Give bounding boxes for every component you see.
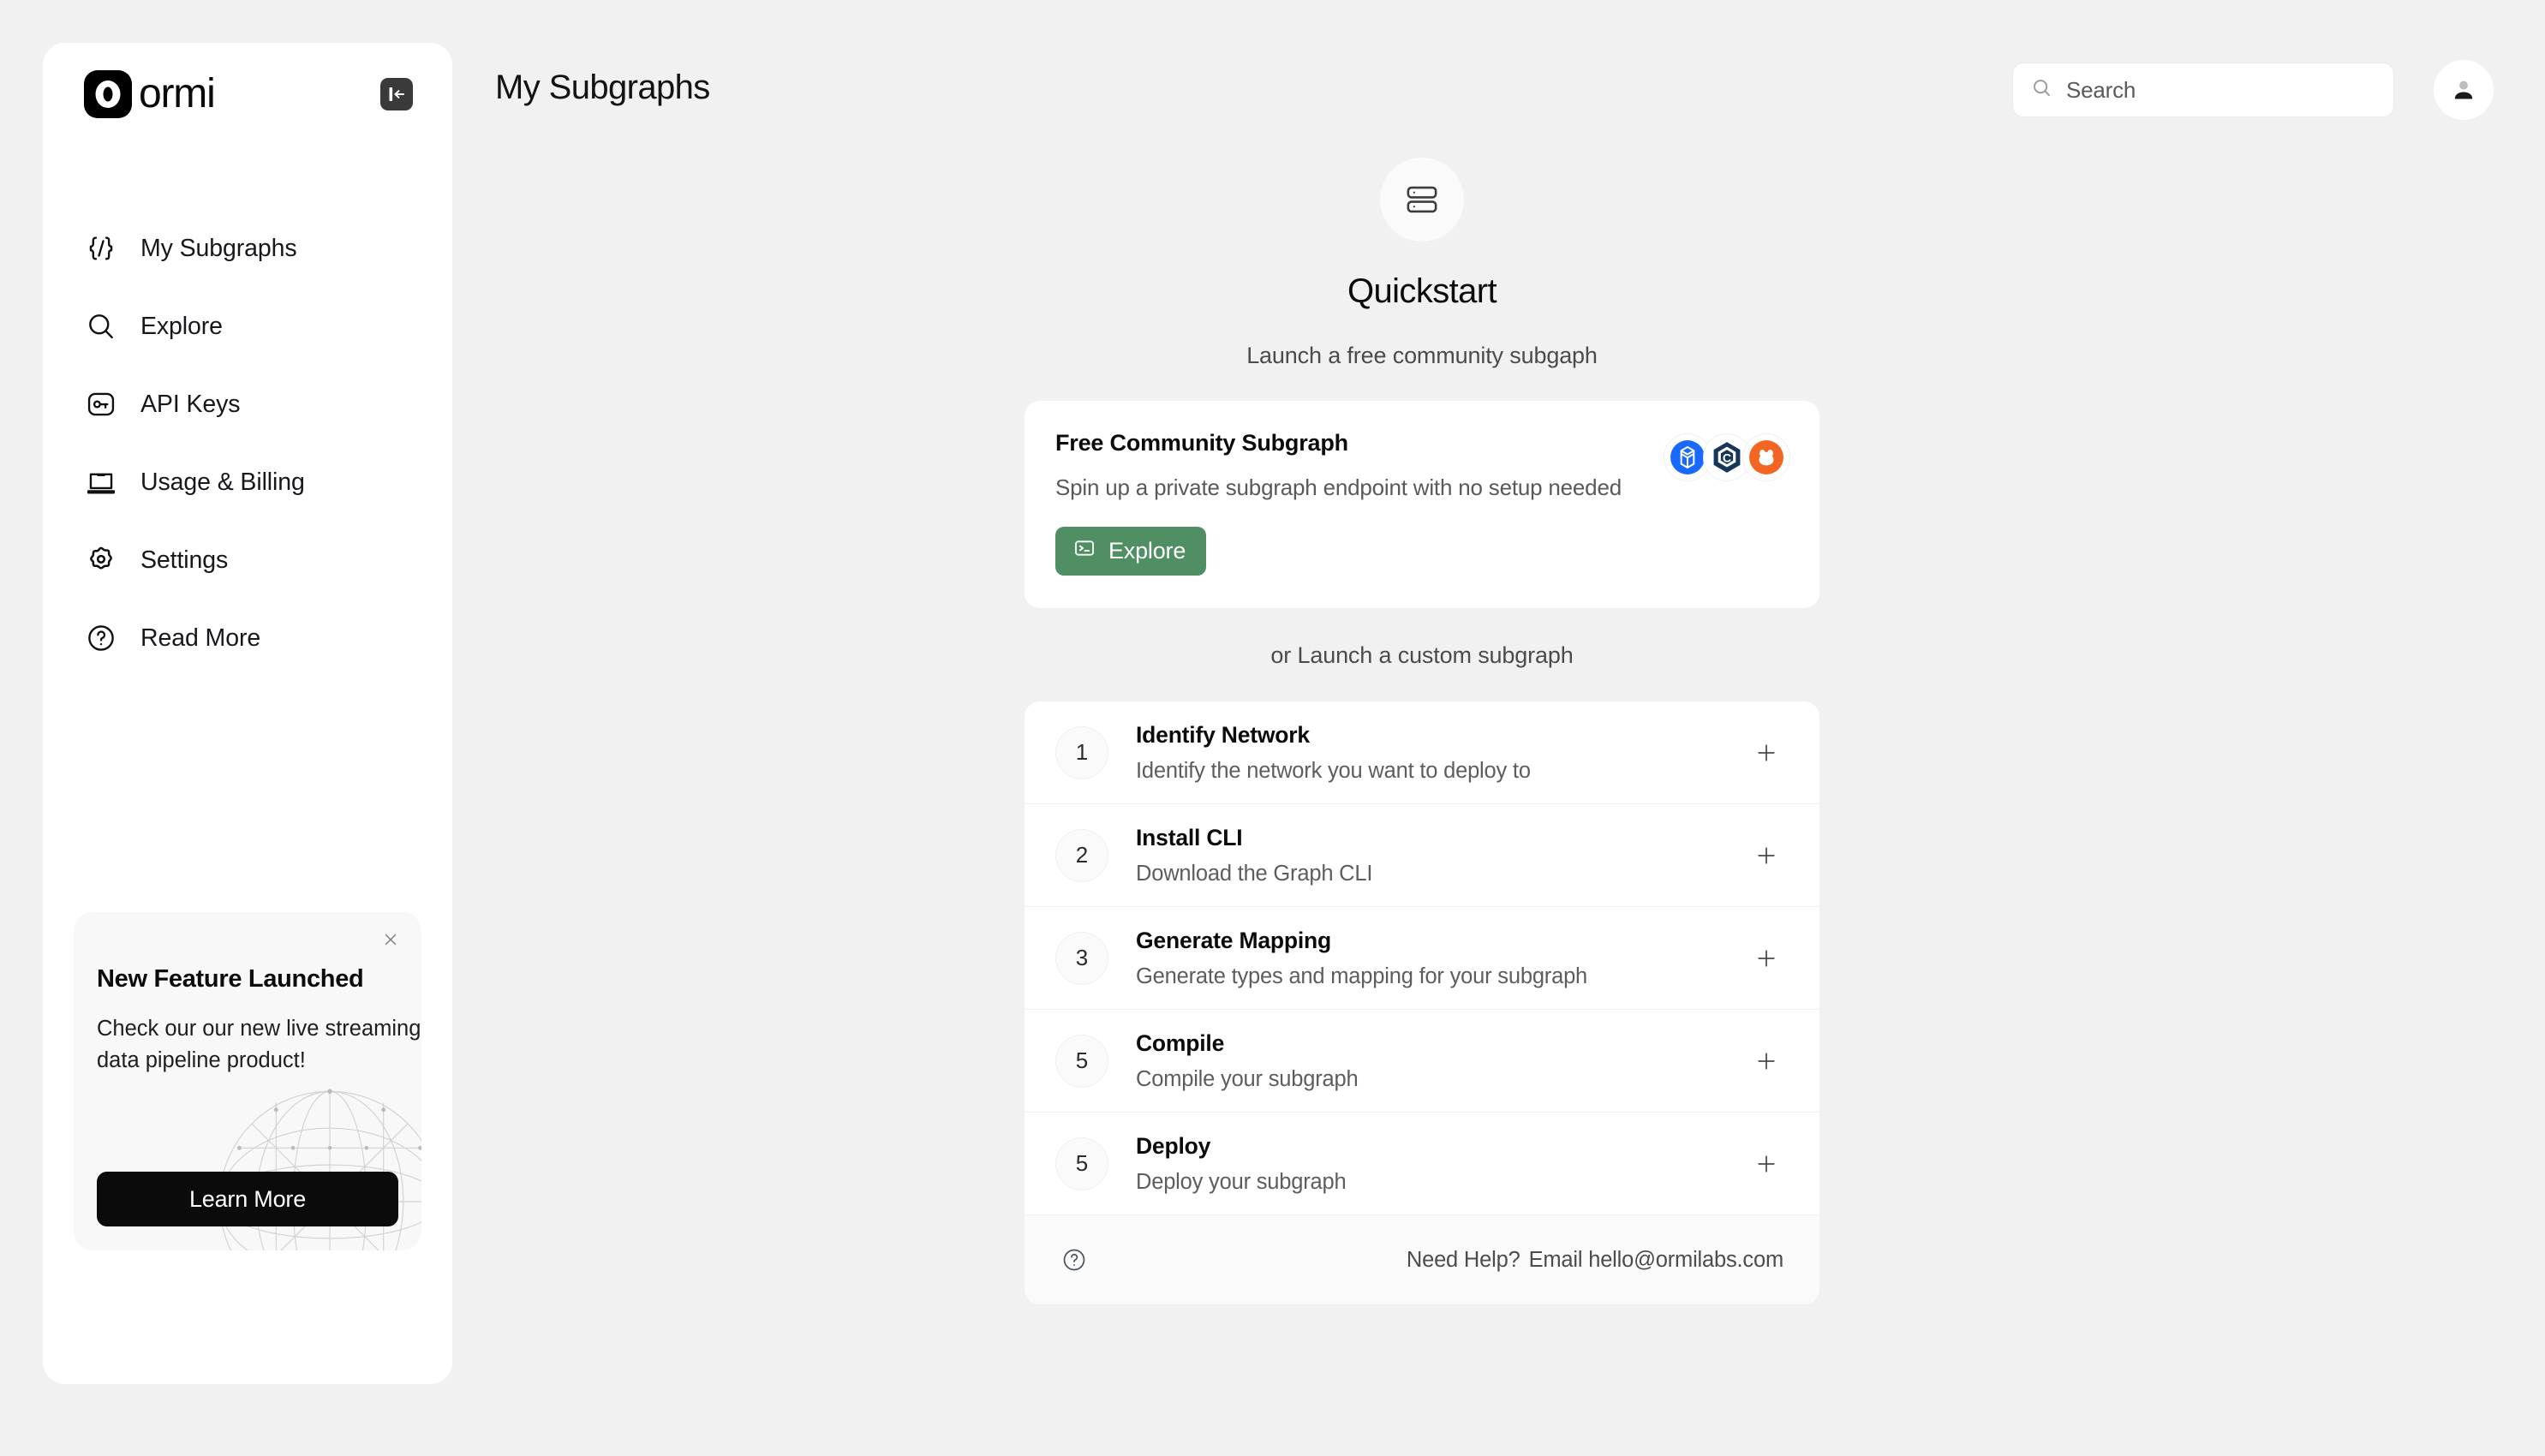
question-circle-icon xyxy=(84,621,118,655)
user-icon xyxy=(2454,81,2473,99)
chain-icon-group: C xyxy=(1664,433,1790,481)
search-icon xyxy=(2030,76,2053,104)
berachain-chain-icon xyxy=(1742,433,1790,481)
free-community-subgraph-card: Free Community Subgraph Spin up a privat… xyxy=(1025,401,1819,608)
sidebar-item-my-subgraphs[interactable]: My Subgraphs xyxy=(84,224,452,272)
step-text: Compile Compile your subgraph xyxy=(1136,1030,1749,1092)
step-title: Compile xyxy=(1136,1029,1225,1056)
search-input[interactable] xyxy=(2066,76,2376,104)
step-number: 3 xyxy=(1055,931,1108,985)
step-row-install-cli[interactable]: 2 Install CLI Download the Graph CLI xyxy=(1025,804,1819,907)
plus-icon[interactable] xyxy=(1749,736,1783,770)
sidebar-item-read-more[interactable]: Read More xyxy=(84,614,452,662)
plus-icon[interactable] xyxy=(1749,1044,1783,1078)
step-description: Deploy your subgraph xyxy=(1136,1169,1347,1194)
laptop-icon xyxy=(84,465,118,499)
promo-card: New Feature Launched Check our our new l… xyxy=(74,912,421,1250)
step-number: 1 xyxy=(1055,725,1108,779)
step-text: Identify Network Identify the network yo… xyxy=(1136,722,1749,784)
help-question: Need Help? xyxy=(1406,1247,1520,1272)
help-text: Need Help? Email hello@ormilabs.com xyxy=(1407,1248,1783,1273)
promo-body: Check our our new live streaming data pi… xyxy=(97,1017,421,1073)
step-description: Compile your subgraph xyxy=(1136,1066,1359,1091)
quickstart-subtitle: Launch a free community subgaph xyxy=(1246,343,1598,368)
help-email[interactable]: Email hello@ormilabs.com xyxy=(1529,1248,1784,1272)
promo-title: New Feature Launched xyxy=(97,965,364,993)
step-description: Identify the network you want to deploy … xyxy=(1136,758,1531,783)
sidebar-item-settings[interactable]: Settings xyxy=(84,536,452,584)
collapse-sidebar-icon[interactable] xyxy=(380,78,413,110)
explore-button[interactable]: Explore xyxy=(1055,527,1207,576)
ormi-logo-mark-icon xyxy=(84,70,132,118)
sidebar-item-label: Explore xyxy=(140,312,223,340)
search-box[interactable] xyxy=(2012,63,2394,117)
step-description: Download the Graph CLI xyxy=(1136,861,1373,886)
step-title: Generate Mapping xyxy=(1136,927,1331,953)
sidebar-item-label: Read More xyxy=(140,624,261,652)
sidebar-item-usage-billing[interactable]: Usage & Billing xyxy=(84,458,452,506)
step-title: Install CLI xyxy=(1136,824,1243,850)
learn-more-button[interactable]: Learn More xyxy=(97,1172,398,1226)
quickstart-title: Quickstart xyxy=(1347,272,1497,310)
avatar[interactable] xyxy=(2434,60,2494,120)
sidebar: ormi My Subgraphs Explore API Keys Usage… xyxy=(43,43,452,1384)
plus-icon[interactable] xyxy=(1749,838,1783,873)
step-title: Identify Network xyxy=(1136,721,1310,748)
terminal-icon xyxy=(1072,536,1096,566)
code-braces-icon xyxy=(84,231,118,266)
step-title: Deploy xyxy=(1136,1132,1211,1159)
sidebar-item-label: Settings xyxy=(140,546,229,574)
step-text: Deploy Deploy your subgraph xyxy=(1136,1133,1749,1195)
step-row-identify-network[interactable]: 1 Identify Network Identify the network … xyxy=(1025,701,1819,804)
step-description: Generate types and mapping for your subg… xyxy=(1136,964,1588,988)
sidebar-item-api-keys[interactable]: API Keys xyxy=(84,380,452,428)
sidebar-item-explore[interactable]: Explore xyxy=(84,302,452,350)
help-footer: Need Help? Email hello@ormilabs.com xyxy=(1025,1215,1819,1304)
plus-icon[interactable] xyxy=(1749,1147,1783,1181)
sidebar-header: ormi xyxy=(43,43,452,146)
custom-subgraph-steps: 1 Identify Network Identify the network … xyxy=(1025,701,1819,1304)
explore-button-label: Explore xyxy=(1108,538,1186,564)
sidebar-item-label: API Keys xyxy=(140,390,241,418)
plus-icon[interactable] xyxy=(1749,941,1783,976)
or-launch-custom-label: or Launch a custom subgraph xyxy=(1270,642,1574,668)
key-icon xyxy=(84,387,118,421)
step-row-deploy[interactable]: 5 Deploy Deploy your subgraph xyxy=(1025,1113,1819,1215)
step-number: 5 xyxy=(1055,1137,1108,1190)
step-row-generate-mapping[interactable]: 3 Generate Mapping Generate types and ma… xyxy=(1025,907,1819,1010)
server-stack-icon xyxy=(1380,158,1464,242)
step-number: 5 xyxy=(1055,1034,1108,1088)
page-title: My Subgraphs xyxy=(495,69,710,106)
quickstart-panel: Quickstart Launch a free community subga… xyxy=(1025,158,1819,1304)
app-root: ormi My Subgraphs Explore API Keys Usage… xyxy=(0,0,2545,1456)
question-circle-icon[interactable] xyxy=(1055,1241,1093,1279)
gear-icon xyxy=(84,543,118,577)
search-icon xyxy=(84,309,118,343)
brand-logo[interactable]: ormi xyxy=(84,70,380,118)
step-number: 2 xyxy=(1055,828,1108,882)
svg-text:C: C xyxy=(1723,452,1731,466)
step-row-compile[interactable]: 5 Compile Compile your subgraph xyxy=(1025,1010,1819,1113)
close-icon[interactable] xyxy=(379,928,403,952)
brand-wordmark: ormi xyxy=(139,71,216,116)
sidebar-nav: My Subgraphs Explore API Keys Usage & Bi… xyxy=(43,224,452,692)
sidebar-item-label: My Subgraphs xyxy=(140,234,297,262)
step-text: Install CLI Download the Graph CLI xyxy=(1136,825,1749,886)
step-text: Generate Mapping Generate types and mapp… xyxy=(1136,928,1749,989)
sidebar-item-label: Usage & Billing xyxy=(140,468,305,496)
